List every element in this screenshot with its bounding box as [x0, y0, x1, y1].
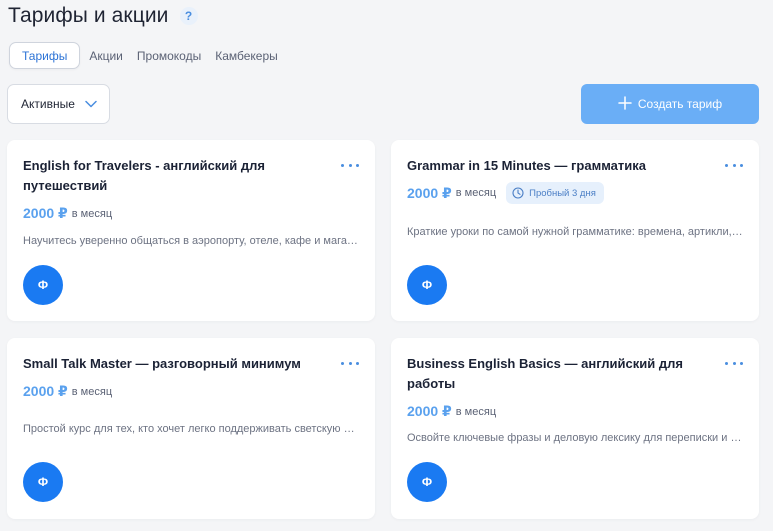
tariff-description: Краткие уроки по самой нужной грамматике… — [407, 226, 743, 238]
avatar: Ф — [407, 265, 447, 305]
tariff-period: в месяц — [71, 385, 113, 398]
avatar: Ф — [23, 462, 63, 502]
help-icon[interactable]: ? — [179, 7, 198, 25]
clock-icon — [512, 187, 524, 199]
tariff-description: Освойте ключевые фразы и деловую лексику… — [407, 432, 743, 444]
tariff-description: Простой курс для тех, кто хочет легко по… — [23, 423, 359, 435]
tariff-price: 2000 ₽ — [407, 184, 452, 201]
tariff-price: 2000 ₽ — [23, 383, 68, 399]
tab-comebackers[interactable]: Камбекеры — [208, 42, 285, 69]
tab-promotions[interactable]: Акции — [82, 42, 130, 69]
tariff-card[interactable]: Small Talk Master — разговорный минимум … — [7, 338, 375, 519]
more-options-icon[interactable] — [725, 160, 743, 170]
status-filter-select[interactable]: Активные — [7, 84, 110, 124]
page-title: Тарифы и акции — [8, 4, 169, 27]
tariff-description: Научитесь уверенно общаться в аэропорту,… — [23, 235, 359, 247]
tariff-period: в месяц — [71, 207, 113, 220]
tariff-title: Small Talk Master — разговорный минимум — [23, 356, 301, 371]
tariff-title: English for Travelers - английский для п… — [23, 158, 265, 193]
create-tariff-label: Создать тариф — [637, 97, 723, 111]
tariff-card[interactable]: English for Travelers - английский для п… — [7, 140, 375, 321]
page-header: Тарифы и акции ? — [8, 4, 198, 28]
chevron-down-icon — [85, 98, 97, 110]
avatar: Ф — [407, 462, 447, 502]
tab-tariffs[interactable]: Тарифы — [9, 42, 81, 69]
tariff-price-row: 2000 ₽ в месяц — [23, 383, 112, 400]
tab-promocodes[interactable]: Промокоды — [130, 42, 208, 69]
avatar: Ф — [23, 265, 63, 305]
trial-badge: Пробный 3 дня — [506, 182, 604, 204]
tariffs-page: Тарифы и акции ? Тарифы Акции Промокоды … — [0, 0, 773, 531]
status-filter-value: Активные — [21, 97, 75, 111]
plus-icon — [618, 94, 632, 114]
tariff-card[interactable]: Grammar in 15 Minutes — грамматика 2000 … — [391, 140, 759, 321]
tariff-price: 2000 ₽ — [23, 205, 68, 221]
more-options-icon[interactable] — [341, 160, 359, 170]
tabs-bar: Тарифы Акции Промокоды Камбекеры — [9, 42, 285, 69]
tariff-price-row: 2000 ₽ в месяц — [407, 403, 496, 420]
more-options-icon[interactable] — [725, 358, 743, 368]
tariff-title: Business English Basics — английский для… — [407, 356, 683, 391]
tariff-price: 2000 ₽ — [407, 403, 452, 419]
create-tariff-button[interactable]: Создать тариф — [581, 84, 759, 124]
tariff-period: в месяц — [455, 405, 497, 418]
tariff-card[interactable]: Business English Basics — английский для… — [391, 338, 759, 519]
tariff-price-row: 2000 ₽ в месяц — [23, 205, 112, 222]
tariff-title: Grammar in 15 Minutes — грамматика — [407, 158, 646, 173]
more-options-icon[interactable] — [341, 358, 359, 368]
tariff-price-row: 2000 ₽ в месяц Пробный 3 дня — [407, 182, 604, 204]
tariff-period: в месяц — [455, 187, 497, 199]
trial-badge-label: Пробный 3 дня — [529, 187, 596, 199]
